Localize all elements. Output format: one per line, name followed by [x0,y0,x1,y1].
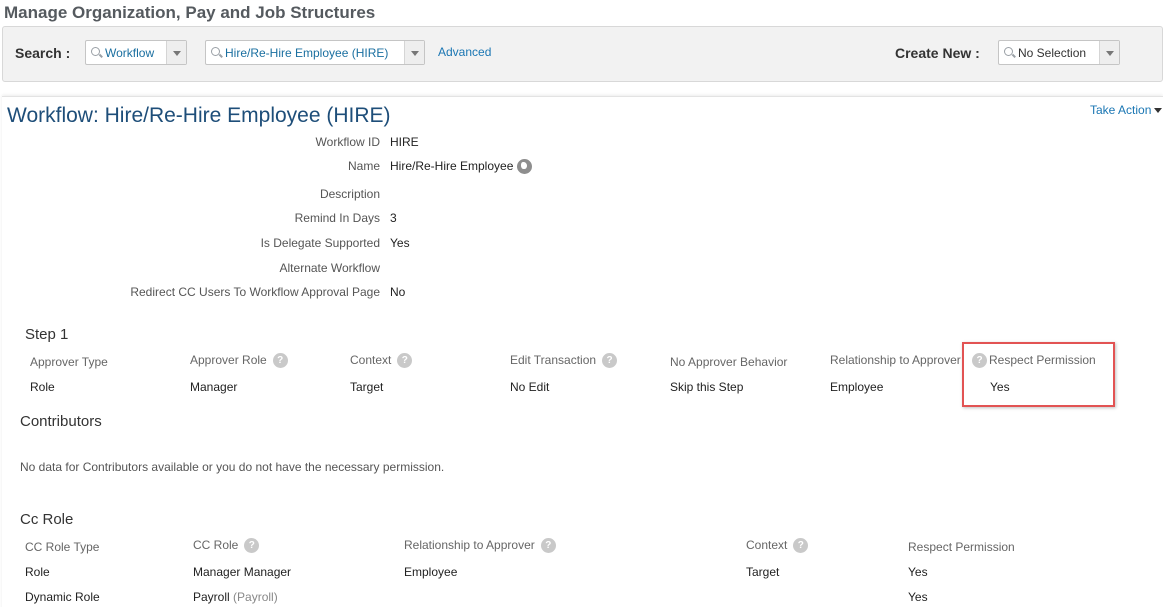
chevron-down-icon[interactable] [1099,41,1119,64]
cc-row-1-role: Manager Manager [193,565,292,579]
take-action-label: Take Action [1090,103,1152,117]
field-value-name: Hire/Re-Hire Employee [390,159,533,175]
cc-row-1-type: Role [25,565,50,579]
cc-row-2-role: Payroll (Payroll) [193,590,278,604]
help-icon[interactable]: ? [272,353,288,369]
search-item-select[interactable]: Hire/Re-Hire Employee (HIRE) [205,40,425,65]
edit-transaction-header-text: Edit Transaction [510,353,597,367]
chevron-down-icon[interactable] [166,41,186,64]
field-label-alternate-workflow: Alternate Workflow [279,261,380,275]
approver-role-header-text: Approver Role [190,353,267,367]
field-value-is-delegate-supported: Yes [390,236,410,250]
field-value-workflow-id: HIRE [390,135,419,149]
step-cell-context: Target [350,380,384,394]
field-label-remind-in-days: Remind In Days [294,211,380,225]
field-label-name: Name [347,159,380,173]
create-new-select[interactable]: No Selection [998,40,1120,65]
field-value-redirect-cc-users: No [390,285,406,299]
context-header-text: Context [350,353,392,367]
search-icon [91,47,100,56]
help-icon[interactable]: ? [602,353,618,369]
contributors-empty-message: No data for Contributors available or yo… [20,460,445,474]
help-icon[interactable]: ? [244,538,260,554]
step-cell-approver-type: Role [30,380,55,394]
page-title: Manage Organization, Pay and Job Structu… [4,3,376,22]
help-icon[interactable]: ? [540,538,556,554]
step-header-approver-role: Approver Role? [190,353,288,369]
search-label: Search : [15,45,71,61]
highlight-box [962,342,1115,407]
cc-role-title: Cc Role [20,511,74,528]
globe-icon[interactable] [517,159,533,175]
take-action-menu[interactable]: Take Action [1090,103,1163,117]
chevron-down-icon[interactable] [404,41,424,64]
cc-header-relationship: Relationship to Approver? [404,538,556,554]
field-label-description: Description [319,187,380,201]
advanced-search-link[interactable]: Advanced [438,45,491,59]
name-text: Hire/Re-Hire Employee [390,159,514,173]
field-value-remind-in-days: 3 [390,211,397,225]
caret-down-icon [1154,108,1163,114]
step-header-approver-type: Approver Type [30,355,108,369]
search-item-value: Hire/Re-Hire Employee (HIRE) [225,46,389,60]
cc-row-2-role-suffix: (Payroll) [233,590,278,604]
cc-header-role-type: CC Role Type [25,540,100,554]
step-cell-edit-transaction: No Edit [510,380,550,394]
help-icon[interactable]: ? [793,538,809,554]
search-icon [211,47,220,56]
step-1-title: Step 1 [25,326,69,343]
search-icon [1004,47,1013,56]
contributors-title: Contributors [20,413,102,430]
cc-row-1-respect-permission: Yes [908,565,928,579]
cc-header-respect-permission: Respect Permission [908,540,1015,554]
search-type-select[interactable]: Workflow [85,40,187,65]
field-label-is-delegate-supported: Is Delegate Supported [260,236,380,250]
cc-header-context: Context? [746,538,809,554]
cc-context-header-text: Context [746,538,788,552]
cc-row-2-respect-permission: Yes [908,590,928,604]
cc-row-1-context: Target [746,565,780,579]
cc-header-cc-role: CC Role? [193,538,260,554]
step-header-context: Context? [350,353,413,369]
cc-relationship-header-text: Relationship to Approver [404,538,535,552]
step-header-edit-transaction: Edit Transaction? [510,353,618,369]
step-cell-no-approver-behavior: Skip this Step [670,380,744,394]
field-label-redirect-cc-users: Redirect CC Users To Workflow Approval P… [130,285,380,299]
cc-row-2-role-name: Payroll [193,590,230,604]
cc-row-2-type: Dynamic Role [25,590,100,604]
workflow-title: Workflow: Hire/Re-Hire Employee (HIRE) [7,104,391,127]
search-toolbar: Search : Workflow Hire/Re-Hire Employee … [2,26,1163,82]
create-new-label: Create New : [895,45,980,61]
field-label-workflow-id: Workflow ID [315,135,380,149]
search-type-value: Workflow [105,46,155,60]
step-cell-approver-role: Manager [190,380,238,394]
help-icon[interactable]: ? [397,353,413,369]
create-new-value: No Selection [1018,46,1087,60]
step-header-relationship-to-approver: Relationship to Approver [830,353,961,367]
step-cell-relationship-to-approver: Employee [830,380,884,394]
cc-role-header-text: CC Role [193,538,239,552]
cc-row-1-relationship: Employee [404,565,458,579]
step-header-no-approver-behavior: No Approver Behavior [670,355,788,369]
